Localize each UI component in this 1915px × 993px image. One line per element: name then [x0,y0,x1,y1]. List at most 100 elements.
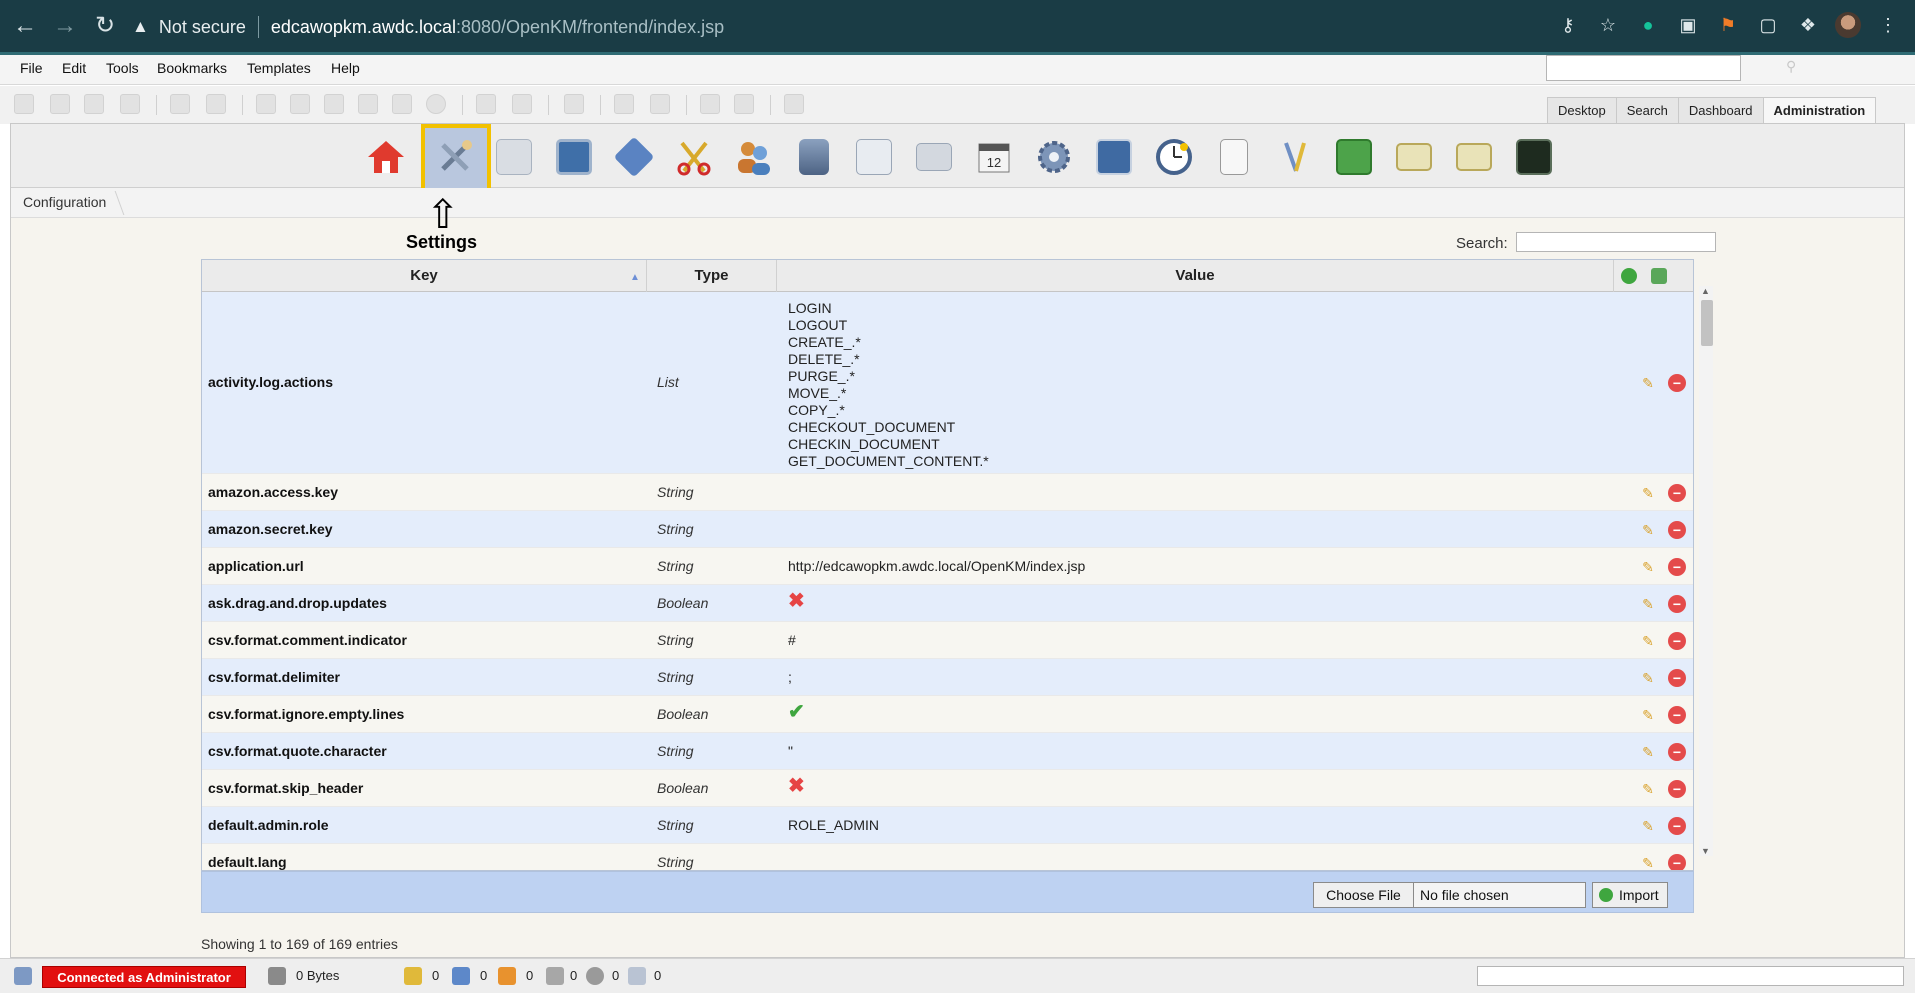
tab-search[interactable]: Search [1615,97,1679,123]
printer-icon[interactable] [913,136,955,178]
home-icon[interactable] [365,136,407,178]
edit-pencil-icon[interactable]: ✎ [1638,483,1658,503]
table-row[interactable]: default.lang String ✎ − [202,844,1693,871]
table-row[interactable]: amazon.secret.key String ✎ − [202,511,1693,548]
edit-pencil-icon[interactable]: ✎ [1638,668,1658,688]
table-row[interactable]: csv.format.comment.indicator String # ✎ − [202,622,1693,659]
address-bar[interactable]: ▲ Not secure edcawopkm.awdc.local :8080/… [132,10,724,44]
config-search-input[interactable] [1516,232,1716,252]
star-icon[interactable]: ☆ [1595,12,1621,38]
delete-icon[interactable]: − [1668,743,1686,761]
edit-pencil-icon[interactable]: ✎ [1638,853,1658,871]
lock-icon[interactable] [404,967,422,985]
delete-icon[interactable]: − [1668,669,1686,687]
table-row[interactable]: amazon.access.key String ✎ − [202,474,1693,511]
table-row[interactable]: default.admin.role String ROLE_ADMIN ✎ − [202,807,1693,844]
tab-dashboard[interactable]: Dashboard [1677,97,1764,123]
edit-pencil-icon[interactable]: ✎ [1638,779,1658,799]
edit-pencil-icon[interactable]: ✎ [1638,705,1658,725]
settings-icon[interactable] [434,136,476,178]
table-row[interactable]: csv.format.delimiter String; ✎ − [202,659,1693,696]
toolbar-button[interactable] [14,94,34,114]
toolbar-button[interactable] [50,94,70,114]
edit-pencil-icon[interactable]: ✎ [1638,373,1658,393]
workflow-gear-icon[interactable] [586,967,604,985]
toolbar-button[interactable] [324,94,344,114]
toolbar-button[interactable] [84,94,104,114]
edit-pencil-icon[interactable]: ✎ [1638,594,1658,614]
scroll-down-icon[interactable]: ▼ [1701,846,1710,856]
choose-file-button[interactable]: Choose File [1313,882,1414,908]
toolbar-button[interactable] [476,94,496,114]
edit-pencil-icon[interactable]: ✎ [1638,557,1658,577]
top-search-input[interactable] [1546,55,1741,81]
table-row[interactable]: csv.format.quote.character String " ✎ − [202,733,1693,770]
toolbar-button[interactable] [358,94,378,114]
tab-administration[interactable]: Administration [1762,97,1877,123]
table-row[interactable]: application.url String http://edcawopkm.aw… [202,548,1693,585]
profile-avatar[interactable] [1835,12,1861,38]
import-icon[interactable] [1393,136,1435,178]
key-icon[interactable]: ⚷ [1555,12,1581,38]
gear-icon[interactable] [1033,136,1075,178]
enabled-check-icon[interactable] [1614,260,1644,292]
terminal-icon[interactable] [1513,136,1555,178]
toolbar-button[interactable] [564,94,584,114]
edit-pencil-icon[interactable]: ✎ [1638,631,1658,651]
column-value[interactable]: Value [777,260,1614,292]
clip-icon[interactable] [628,967,646,985]
search-icon[interactable] [493,136,535,178]
delete-icon[interactable]: − [1668,854,1686,870]
grammarly-icon[interactable]: ● [1635,12,1661,38]
delete-icon[interactable]: − [1668,374,1686,392]
table-row[interactable]: csv.format.skip_header Boolean ✖ ✎ − [202,770,1693,807]
list-icon[interactable] [1213,136,1255,178]
edit-pencil-icon[interactable]: ✎ [1638,816,1658,836]
import-button[interactable]: Import [1592,882,1668,908]
forward-icon[interactable]: → [48,12,82,40]
breadcrumb-configuration[interactable]: Configuration [23,194,120,210]
toolbar-button[interactable] [290,94,310,114]
toolbar-button[interactable] [206,94,226,114]
calendar-icon[interactable]: 12 [973,136,1015,178]
export-icon[interactable] [1453,136,1495,178]
toolbar-button[interactable] [784,94,804,114]
toolbar-button[interactable] [426,94,446,114]
tag-icon[interactable] [546,967,564,985]
scroll-thumb[interactable] [1701,300,1713,346]
clock-icon[interactable] [1153,136,1195,178]
extension-flag-icon[interactable]: ⚑ [1715,12,1741,38]
toolbar-button[interactable] [734,94,754,114]
column-type[interactable]: Type [647,260,777,292]
delete-icon[interactable]: − [1668,484,1686,502]
screen-capture-icon[interactable]: ▢ [1755,12,1781,38]
add-config-icon[interactable] [1644,260,1674,292]
toolbar-button[interactable] [650,94,670,114]
table-row[interactable]: ask.drag.and.drop.updates Boolean ✖ ✎ − [202,585,1693,622]
table-row[interactable]: activity.log.actions List LOGIN LOGOUT CREAT… [202,292,1693,474]
delete-icon[interactable]: − [1668,817,1686,835]
toolbar-button[interactable] [120,94,140,114]
toolbar-button[interactable] [170,94,190,114]
delete-icon[interactable]: − [1668,558,1686,576]
delete-icon[interactable]: − [1668,521,1686,539]
menu-tools[interactable]: Tools [106,60,139,76]
delete-icon[interactable]: − [1668,780,1686,798]
users-icon[interactable] [733,136,775,178]
zoom-icon[interactable] [853,136,895,178]
subscription-icon[interactable] [498,967,516,985]
table-scrollbar[interactable]: ▲ ▼ [1699,286,1713,856]
network-icon[interactable] [1093,136,1135,178]
diamond-icon[interactable] [613,136,655,178]
search-icon[interactable]: ⚲ [1786,58,1796,75]
scissors-icon[interactable] [673,136,715,178]
brush-icon[interactable] [1273,136,1315,178]
back-icon[interactable]: ← [8,12,42,40]
camera-icon[interactable]: ▣ [1675,12,1701,38]
checkout-icon[interactable] [452,967,470,985]
menu-edit[interactable]: Edit [62,60,86,76]
stack-icon[interactable] [1333,136,1375,178]
more-icon[interactable]: ⋮ [1875,12,1901,38]
delete-icon[interactable]: − [1668,595,1686,613]
toolbar-button[interactable] [700,94,720,114]
